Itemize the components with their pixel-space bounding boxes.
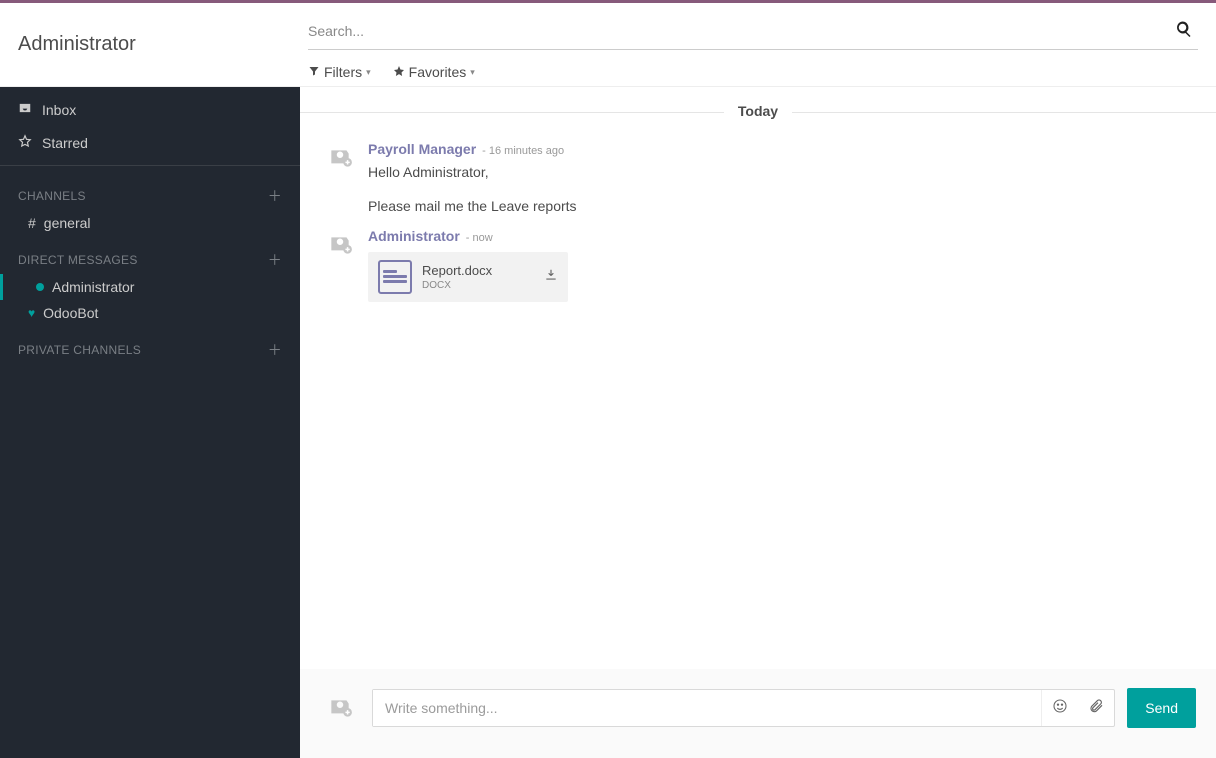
dm-label: Administrator: [52, 279, 134, 295]
chevron-down-icon: ▾: [470, 67, 475, 78]
search-input[interactable]: [308, 17, 1170, 45]
sidebar-item-inbox[interactable]: Inbox: [0, 93, 300, 126]
attachment-name: Report.docx: [422, 263, 534, 278]
avatar-placeholder-icon: [320, 228, 360, 262]
chevron-down-icon: ▾: [366, 67, 371, 78]
attachment-ext: DOCX: [422, 280, 534, 291]
avatar-placeholder-icon: [320, 691, 360, 725]
message-author[interactable]: Payroll Manager: [368, 141, 476, 157]
add-dm-button[interactable]: ＋: [268, 250, 282, 270]
emoji-icon[interactable]: [1042, 698, 1078, 718]
heart-icon: ♥: [28, 306, 35, 320]
message-author[interactable]: Administrator: [368, 228, 460, 244]
dm-label: OdooBot: [43, 305, 98, 321]
sidebar-item-label: Starred: [42, 135, 88, 151]
send-button[interactable]: Send: [1127, 688, 1196, 728]
sidebar-item-label: Inbox: [42, 102, 76, 118]
message-timestamp: - now: [466, 232, 493, 244]
message: Administrator - now Report.docx DOCX: [300, 218, 1216, 302]
attachment-card[interactable]: Report.docx DOCX: [368, 252, 568, 302]
funnel-icon: [308, 64, 320, 80]
dm-odoobot[interactable]: ♥ OdooBot: [0, 300, 300, 326]
channel-general[interactable]: # general: [0, 210, 300, 236]
star-icon: [393, 64, 405, 80]
message-input[interactable]: [373, 690, 1041, 726]
download-icon[interactable]: [544, 268, 558, 285]
attach-icon[interactable]: [1078, 698, 1114, 718]
dm-administrator[interactable]: Administrator: [0, 274, 300, 300]
search-icon[interactable]: [1170, 20, 1198, 43]
message-text: Please mail me the Leave reports: [368, 195, 1196, 217]
message: Payroll Manager - 16 minutes ago Hello A…: [300, 131, 1216, 218]
document-icon: [378, 260, 412, 294]
add-private-channel-button[interactable]: ＋: [268, 340, 282, 360]
channels-header: CHANNELS: [18, 189, 86, 203]
message-text: Hello Administrator,: [368, 161, 1196, 183]
inbox-icon: [18, 101, 32, 118]
star-outline-icon: [18, 134, 32, 151]
message-timestamp: - 16 minutes ago: [482, 145, 564, 157]
page-title: Administrator: [18, 33, 282, 56]
avatar-placeholder-icon: [320, 141, 360, 175]
filters-dropdown[interactable]: Filters ▾: [308, 64, 371, 80]
sidebar-item-starred[interactable]: Starred: [0, 126, 300, 159]
day-separator: Today: [724, 103, 792, 119]
dm-header: DIRECT MESSAGES: [18, 253, 138, 267]
presence-dot-icon: [36, 283, 44, 291]
private-channels-header: PRIVATE CHANNELS: [18, 343, 141, 357]
add-channel-button[interactable]: ＋: [268, 186, 282, 206]
favorites-dropdown[interactable]: Favorites ▾: [393, 64, 475, 80]
hash-icon: #: [28, 215, 36, 231]
channel-label: general: [44, 215, 91, 231]
